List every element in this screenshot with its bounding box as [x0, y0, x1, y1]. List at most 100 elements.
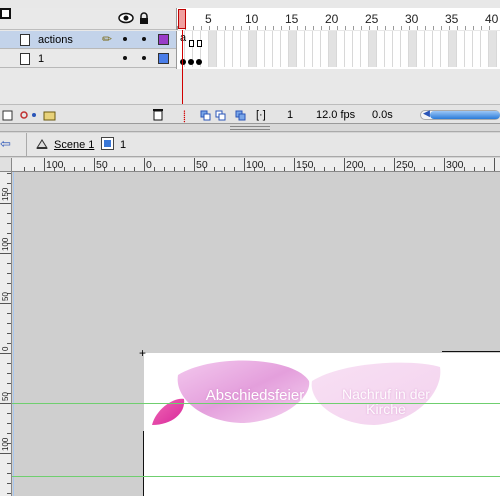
- ruler-tick: [344, 158, 345, 171]
- frame-cell[interactable]: [449, 31, 457, 67]
- layer-tools-icon[interactable]: [2, 108, 58, 122]
- button-nachruf-label[interactable]: Nachruf in der Kirche: [336, 387, 436, 417]
- frame-cell[interactable]: [377, 31, 385, 67]
- frame-cell[interactable]: [465, 31, 473, 67]
- lock-dot[interactable]: [142, 56, 146, 60]
- frame-cell[interactable]: [489, 31, 497, 67]
- frame-tick: [217, 26, 218, 30]
- divider: [26, 133, 27, 157]
- frame-cell[interactable]: [305, 31, 313, 67]
- frame-cell[interactable]: [417, 31, 425, 67]
- ruler-tick: [7, 223, 11, 224]
- frame-cell[interactable]: [337, 31, 345, 67]
- frames-grid[interactable]: a: [176, 31, 500, 69]
- horizontal-ruler[interactable]: 100 50 0 50 100 150 200 250 300: [12, 158, 500, 172]
- frame-cell[interactable]: [273, 31, 281, 67]
- frame-number: 30: [405, 12, 419, 26]
- frame-cell[interactable]: [329, 31, 337, 67]
- frame-cell[interactable]: [473, 31, 481, 67]
- frame-cell[interactable]: [233, 31, 241, 67]
- layer-name[interactable]: actions: [38, 34, 73, 46]
- scroll-left-arrow-icon[interactable]: ◀: [423, 108, 430, 119]
- stage-content[interactable]: Abschiedsfeier Nachruf in der Kirche: [144, 353, 500, 496]
- visibility-dot[interactable]: [123, 37, 127, 41]
- frame-cell[interactable]: [241, 31, 249, 67]
- frame-cell[interactable]: [249, 31, 257, 67]
- frame-cell[interactable]: [369, 31, 377, 67]
- frame-cell[interactable]: [225, 31, 233, 67]
- ruler-label: 0: [1, 346, 10, 351]
- trash-icon[interactable]: [152, 108, 164, 121]
- frame-cell[interactable]: [433, 31, 441, 67]
- ruler-tick: [34, 167, 35, 171]
- ruler-tick: [274, 167, 275, 171]
- back-arrow-icon[interactable]: ⇦: [0, 137, 14, 151]
- ruler-tick: [264, 167, 265, 171]
- keyframe[interactable]: [188, 59, 194, 65]
- frame-tick: [329, 26, 330, 30]
- frame-tick: [465, 26, 466, 30]
- frame-cell[interactable]: [209, 31, 217, 67]
- frame-cell[interactable]: [217, 31, 225, 67]
- frame-cell[interactable]: [265, 31, 273, 67]
- frame-ruler[interactable]: 1510152025303540: [176, 8, 500, 30]
- vertical-guide[interactable]: [13, 172, 14, 496]
- frame-cell[interactable]: [321, 31, 329, 67]
- frame-cell[interactable]: [201, 31, 209, 67]
- frame-cell[interactable]: [281, 31, 289, 67]
- frame-cell[interactable]: [481, 31, 489, 67]
- frame-cell[interactable]: [409, 31, 417, 67]
- layer-row-1[interactable]: 1: [0, 50, 176, 68]
- center-frame-icon[interactable]: ⸽: [183, 109, 186, 124]
- frame-cell[interactable]: [297, 31, 305, 67]
- lock-dot[interactable]: [142, 37, 146, 41]
- playhead[interactable]: [178, 9, 186, 29]
- frame-cell[interactable]: [401, 31, 409, 67]
- playhead-line: [182, 30, 183, 104]
- frame-cell[interactable]: [393, 31, 401, 67]
- outline-icon[interactable]: [0, 8, 11, 19]
- keyframe[interactable]: [180, 59, 186, 65]
- scrollbar-thumb[interactable]: [430, 111, 500, 119]
- frame-cell[interactable]: [313, 31, 321, 67]
- ruler-label: 100: [246, 159, 264, 171]
- symbol-breadcrumb[interactable]: 1: [120, 139, 126, 151]
- frame-cell[interactable]: [345, 31, 353, 67]
- layer-color-swatch[interactable]: [158, 34, 169, 45]
- frame-cell[interactable]: [257, 31, 265, 67]
- frame-cell[interactable]: [457, 31, 465, 67]
- panel-splitter[interactable]: [0, 124, 500, 132]
- frame-cell[interactable]: [441, 31, 449, 67]
- horizontal-guide[interactable]: [12, 403, 500, 404]
- onion-skin-icon[interactable]: [200, 109, 260, 121]
- stage-pasteboard[interactable]: Abschiedsfeier Nachruf in der Kirche +: [12, 172, 500, 496]
- splitter-grip[interactable]: [230, 126, 270, 130]
- ruler-tick: [184, 167, 185, 171]
- frame-cell[interactable]: [425, 31, 433, 67]
- layer-color-swatch[interactable]: [158, 53, 169, 64]
- edit-markers-icon[interactable]: [·]: [256, 109, 266, 121]
- lock-icon[interactable]: [139, 12, 149, 25]
- frame-cell[interactable]: [361, 31, 369, 67]
- layer-name[interactable]: 1: [38, 53, 44, 65]
- layer-row-actions[interactable]: actions ✏: [0, 31, 176, 49]
- horizontal-guide[interactable]: [12, 476, 500, 477]
- vertical-ruler[interactable]: 150 100 50 0 50 100: [0, 172, 12, 496]
- ruler-tick: [474, 167, 475, 171]
- ruler-tick: [394, 158, 395, 171]
- frame-cell[interactable]: [353, 31, 361, 67]
- ruler-tick: [94, 158, 95, 171]
- frame-cell[interactable]: [385, 31, 393, 67]
- ruler-label: 0: [146, 159, 152, 171]
- eye-icon[interactable]: [118, 12, 134, 24]
- button-abschiedsfeier-label[interactable]: Abschiedsfeier: [200, 387, 310, 404]
- registration-point-icon: +: [139, 346, 147, 360]
- blank-keyframe[interactable]: [189, 40, 194, 47]
- visibility-dot[interactable]: [123, 56, 127, 60]
- keyframe[interactable]: [196, 59, 202, 65]
- blank-keyframe[interactable]: [197, 40, 202, 47]
- frame-tick: [353, 26, 354, 30]
- frame-cell[interactable]: [289, 31, 297, 67]
- scene-link[interactable]: Scene 1: [54, 139, 94, 151]
- frame-tick: [377, 26, 378, 30]
